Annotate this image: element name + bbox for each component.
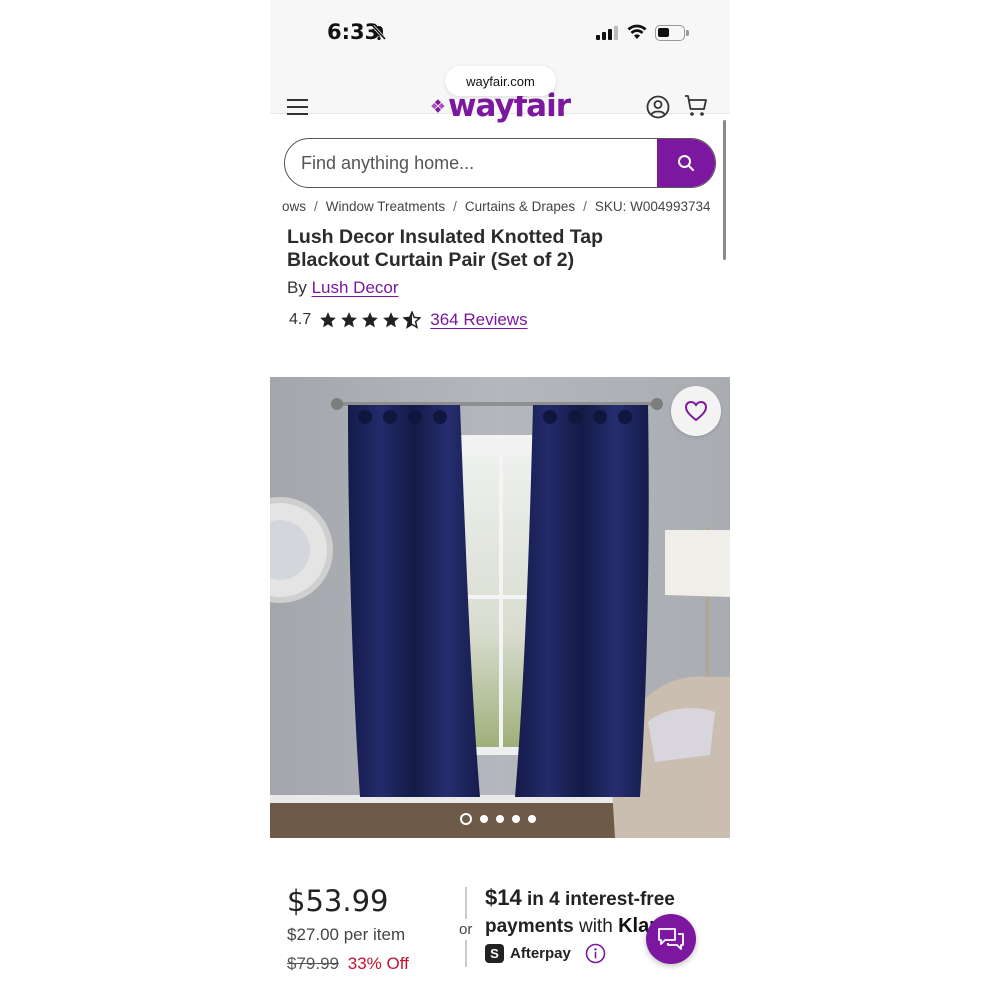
carousel-dot[interactable] <box>460 813 472 825</box>
hamburger-icon[interactable] <box>287 99 308 115</box>
carousel-dot[interactable] <box>528 815 536 823</box>
cart-icon[interactable] <box>684 94 708 118</box>
status-bar: 6:33 <box>270 0 730 64</box>
rating-value: 4.7 <box>289 311 312 328</box>
star-icon <box>320 312 337 328</box>
afterpay-label[interactable]: Afterpay <box>510 945 571 962</box>
curtain-photo <box>270 377 730 838</box>
or-label: or <box>459 919 473 940</box>
rating-row: 4.7 364 Reviews <box>289 308 528 332</box>
breadcrumb-separator: / <box>583 199 587 214</box>
original-price: $79.99 <box>287 954 339 973</box>
account-icon[interactable] <box>646 95 670 119</box>
battery-icon <box>655 25 689 41</box>
original-price-row: $79.99 33% Off <box>287 954 409 974</box>
phone-screen: 6:33 wayfair.com wayfair Find anything h… <box>270 0 730 1000</box>
product-image[interactable] <box>270 377 730 838</box>
breadcrumb-item[interactable]: Window Treatments <box>326 199 445 214</box>
installment-line-2: payments with Klarn <box>485 915 669 938</box>
carousel-dot[interactable] <box>496 815 504 823</box>
star-icon <box>383 312 400 328</box>
afterpay-badge-icon: S <box>485 944 504 963</box>
carousel-dot[interactable] <box>512 815 520 823</box>
installment-payments: payments <box>485 916 574 937</box>
heart-icon <box>684 400 708 422</box>
by-label: By <box>287 278 307 297</box>
discount-label: 33% Off <box>347 954 409 973</box>
star-icon <box>362 312 379 328</box>
scroll-indicator[interactable] <box>723 120 726 260</box>
installment-amount: $14 <box>485 885 522 910</box>
installment-text: in 4 interest-free <box>527 889 675 910</box>
bell-off-icon <box>371 24 387 41</box>
breadcrumb-sku: SKU: W004993734 <box>594 199 711 214</box>
search-bar <box>284 138 716 188</box>
half-star-icon <box>403 311 422 329</box>
chat-button[interactable] <box>646 914 696 964</box>
search-input[interactable] <box>285 139 658 187</box>
product-byline: By Lush Decor <box>287 278 399 298</box>
info-icon[interactable] <box>585 943 606 964</box>
afterpay-row: S Afterpay <box>485 943 606 964</box>
favorite-button[interactable] <box>671 386 721 436</box>
reviews-link[interactable]: 364 Reviews <box>430 310 527 330</box>
chat-icon <box>658 928 684 950</box>
search-icon <box>678 155 694 171</box>
brand-link[interactable]: Lush Decor <box>312 278 399 297</box>
star-icon <box>341 312 358 328</box>
breadcrumb-separator: / <box>453 199 457 214</box>
installment-with: with <box>578 916 613 937</box>
product-title: Lush Decor Insulated Knotted Tap Blackou… <box>287 226 603 271</box>
wayfair-pinwheel-icon <box>431 99 445 113</box>
star-rating[interactable] <box>319 311 422 329</box>
search-button[interactable] <box>657 139 715 187</box>
wifi-icon <box>627 24 647 39</box>
installment-line-1: $14 in 4 interest-free <box>485 885 675 911</box>
per-item-price: $27.00 per item <box>287 925 406 944</box>
breadcrumb-item[interactable]: Curtains & Drapes <box>465 199 575 214</box>
url-bar[interactable]: wayfair.com <box>445 66 556 96</box>
carousel-dot[interactable] <box>480 815 488 823</box>
carousel-dots <box>460 813 536 825</box>
breadcrumb-item[interactable]: ows <box>282 199 306 214</box>
breadcrumb: ows / Window Treatments / Curtains & Drapes /… <box>282 199 710 214</box>
cellular-signal-icon <box>596 26 618 40</box>
breadcrumb-separator: / <box>314 199 318 214</box>
sale-price: $53.99 <box>287 884 389 918</box>
